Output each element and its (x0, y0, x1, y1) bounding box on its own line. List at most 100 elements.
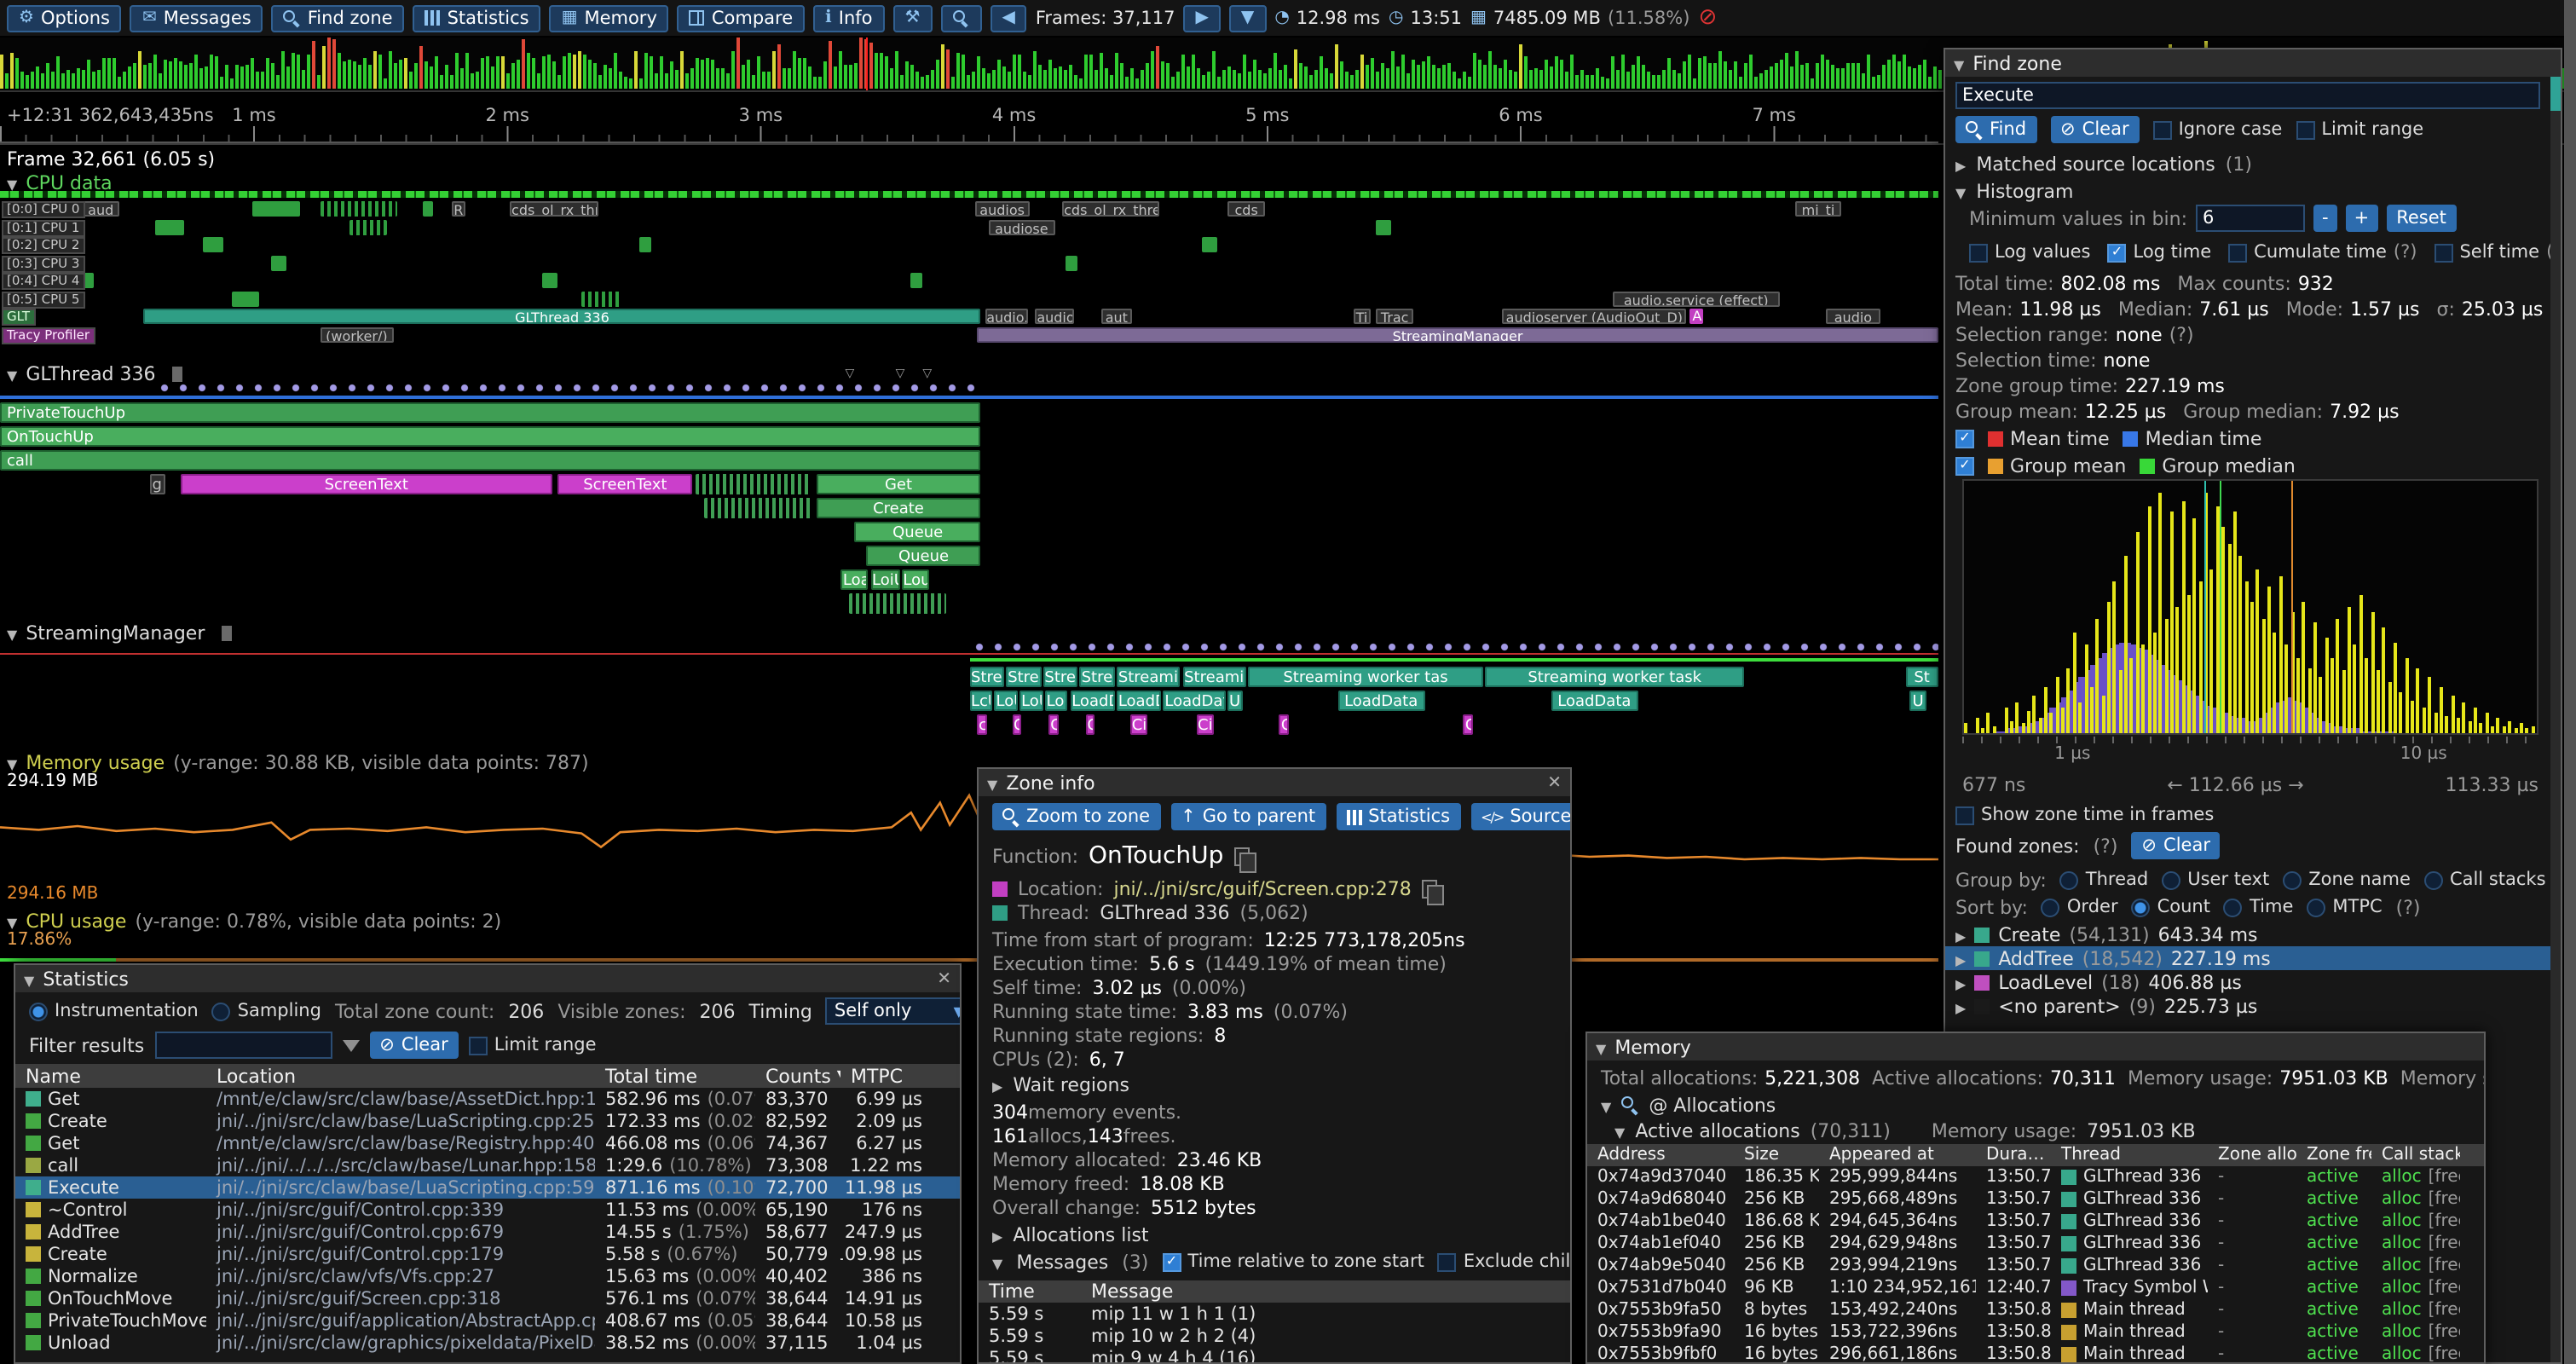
alloc-link[interactable]: alloc (2382, 1234, 2422, 1253)
alloc-link[interactable]: alloc (2382, 1279, 2422, 1298)
clear-search-button[interactable]: Clear (2050, 116, 2140, 143)
alloc-link[interactable]: alloc (2382, 1301, 2422, 1320)
copy-icon[interactable] (1233, 847, 1249, 865)
collapse-icon[interactable] (24, 968, 34, 990)
message-dots[interactable] (155, 384, 981, 392)
sort-by-time-radio[interactable]: Time (2224, 897, 2293, 917)
filter-icon[interactable] (342, 1039, 359, 1051)
pin-icon[interactable] (173, 366, 183, 381)
group-by-call-stacks-radio[interactable]: Call stacks (2424, 870, 2546, 890)
sampling-radio[interactable]: Sampling (212, 1001, 321, 1021)
zone-u[interactable]: U (1227, 691, 1242, 711)
column-header-size[interactable]: Size (1734, 1144, 1819, 1166)
min-bin-increase-button[interactable]: + (2346, 205, 2378, 232)
expand-icon[interactable] (1955, 947, 1966, 969)
allocations-list-toggle[interactable]: Allocations list (992, 1222, 1149, 1246)
column-header-location[interactable]: Location (206, 1064, 595, 1088)
cpu-track-row[interactable]: [0:2] CPU 2 (0, 237, 1938, 254)
matched-locations-toggle[interactable]: Matched source locations(1) (1955, 152, 2252, 176)
column-header-thread[interactable]: Thread (2051, 1144, 2208, 1166)
memory-titlebar[interactable]: Memory (1587, 1033, 2484, 1061)
zone-row[interactable]: PrivateTouchUp (0, 402, 1938, 425)
zone-loau[interactable]: LoaU (841, 569, 869, 590)
zone-row[interactable]: gScreenTextScreenTextGet (0, 474, 1938, 496)
cpu-usage-header[interactable]: CPU usage(y-range: 0.78%, visible data p… (7, 910, 501, 931)
zone-get[interactable]: Get (816, 474, 980, 494)
zone-c[interactable]: C (1085, 714, 1095, 735)
zone-row[interactable]: OnTouchUp (0, 426, 1938, 448)
location-value[interactable]: jni/../jni/src/guif/Screen.cpp:278 (1113, 877, 1411, 899)
expand-icon[interactable] (1955, 995, 1966, 1017)
instrumentation-radio[interactable]: Instrumentation (29, 1001, 199, 1021)
zone-c[interactable]: C (1279, 714, 1289, 735)
sort-by-count-radio[interactable]: Count (2132, 897, 2210, 917)
find-zone-button[interactable]: Find zone (272, 4, 405, 32)
group-by-user-text-radio[interactable]: User text (2162, 870, 2269, 890)
find-zone-histogram[interactable] (1962, 479, 2538, 735)
cpu-track-row[interactable]: [0:3] CPU 3 (0, 255, 1938, 272)
legend-checkbox[interactable] (1955, 429, 1974, 448)
zone-streaming-worker-tas[interactable]: Streaming worker tas (1248, 667, 1482, 687)
zone-c[interactable]: C (1464, 714, 1473, 735)
zone-cds-ol-rx-threa[interactable]: cds_ol_rx_threa (1062, 201, 1159, 217)
alloc-link[interactable]: alloc (2382, 1323, 2422, 1342)
zone-lou[interactable]: LoU (995, 691, 1018, 711)
group-by-thread-radio[interactable]: Thread (2060, 870, 2148, 890)
limit-range-checkbox[interactable]: Limit range (2296, 119, 2423, 140)
messages-button[interactable]: Messages (130, 4, 263, 32)
zone-info-titlebar[interactable]: Zone info (979, 769, 1570, 796)
ignore-case-checkbox[interactable]: Ignore case (2153, 119, 2283, 140)
zone-loiup[interactable]: LoiUp (870, 569, 899, 590)
column-header-zone-alloc[interactable]: Zone alloc (2208, 1144, 2296, 1166)
collapse-icon[interactable] (1954, 52, 1964, 74)
allocation-row[interactable]: 0x74ab9e5040256 KB293,994,219ns13:50.7GL… (1587, 1255, 2484, 1277)
time-relative-checkbox[interactable]: Time relative to zone start (1162, 1251, 1424, 1272)
table-row[interactable]: AddTreejni/../jni/src/guif/Control.cpp:6… (15, 1221, 960, 1243)
zone-strea[interactable]: Strea (1043, 667, 1077, 687)
scrollbar-thumb[interactable] (2550, 77, 2561, 111)
expand-icon[interactable] (992, 1223, 1002, 1246)
zone-cds-ol-rx-thr[interactable]: cds_ol_rx_thr (510, 201, 599, 217)
zoom-to-frame-button[interactable] (1229, 4, 1266, 32)
glthread-header[interactable]: GLThread 336 (7, 363, 183, 384)
log-time-checkbox[interactable]: Log time (2108, 242, 2212, 263)
zone-row[interactable]: LoaULoiUpLouP (0, 569, 1938, 592)
column-header-mtpc[interactable]: MTPC (840, 1064, 929, 1088)
statistics-titlebar[interactable]: Statistics (15, 965, 960, 992)
close-icon[interactable] (1547, 773, 1562, 792)
table-row[interactable]: Normalizejni/../jni/src/claw/vfs/Vfs.cpp… (15, 1265, 960, 1287)
found-zone-group[interactable]: LoadLevel(18)406.88 µs (1945, 970, 2561, 994)
zone-bar[interactable] (639, 237, 651, 252)
table-row[interactable]: Executejni/../jni/src/claw/base/LuaScrip… (15, 1176, 960, 1199)
reset-button[interactable]: Reset (2386, 205, 2457, 232)
zone-queue[interactable]: Queue (866, 546, 980, 566)
expand-icon[interactable] (1955, 153, 1966, 175)
zone-strea[interactable]: Strea (1006, 667, 1041, 687)
zone-row[interactable]: StreaStreaStreaStreaStreamingStreamingSt… (0, 667, 1938, 689)
zone-bar[interactable] (233, 291, 260, 306)
find-zone-titlebar[interactable]: Find zone (1945, 49, 2561, 77)
zone-strea[interactable]: Strea (1080, 667, 1115, 687)
sort-by-order-radio[interactable]: Order (2042, 897, 2118, 917)
zone-aut[interactable]: aut (1101, 309, 1132, 324)
zone--worker-[interactable]: (worker/) (320, 327, 393, 342)
close-icon[interactable] (937, 969, 951, 988)
table-row[interactable]: PrivateTouchMovejni/../jni/src/guif/appl… (15, 1309, 960, 1332)
message-row[interactable]: 5.59 smip 9 w 4 h 4 (16) (979, 1347, 1570, 1364)
cpu-track-row[interactable]: audiose[0:1] CPU 1 (0, 219, 1938, 236)
table-row[interactable]: Createjni/../jni/src/guif/Control.cpp:17… (15, 1243, 960, 1265)
zone-row[interactable] (0, 593, 1938, 616)
zone-st[interactable]: St (1905, 667, 1938, 687)
min-bin-input[interactable] (2196, 205, 2305, 232)
go-to-parent-button[interactable]: Go to parent (1170, 803, 1326, 830)
zone-a[interactable]: A (1690, 309, 1704, 324)
options-button[interactable]: Options (7, 4, 122, 32)
zone-screentext[interactable]: ScreenText (180, 474, 552, 494)
zone-row[interactable]: Queue (0, 546, 1938, 568)
table-row[interactable]: Get/mnt/e/claw/src/claw/base/Registry.hp… (15, 1132, 960, 1154)
allocation-row[interactable]: 0x74a9d37040186.35 KB295,999,844ns13:50.… (1587, 1166, 2484, 1188)
message-dots[interactable] (969, 643, 1938, 651)
show-zone-time-checkbox[interactable]: Show zone time in frames (1955, 805, 2214, 825)
collapse-icon[interactable] (1955, 180, 1966, 202)
message-row[interactable]: 5.59 smip 10 w 2 h 2 (4) (979, 1325, 1570, 1347)
